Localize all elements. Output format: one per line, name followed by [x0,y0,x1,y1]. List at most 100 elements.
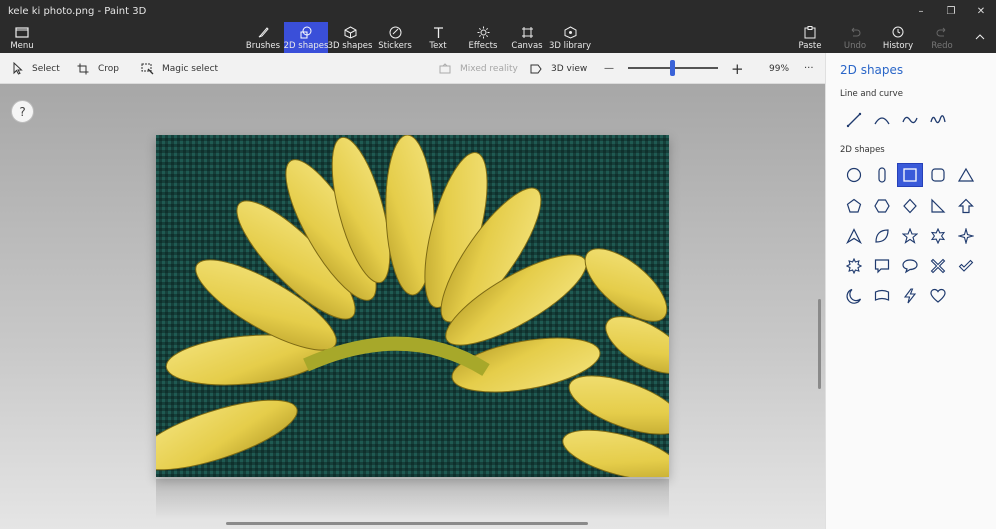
history-icon [892,25,904,39]
cross-icon[interactable] [925,254,951,278]
tool-label: Effects [468,41,498,51]
3d-library-icon [564,25,577,39]
tool-label: 2D shapes [283,41,329,51]
banana-photo[interactable] [156,135,669,477]
magic-select-button[interactable]: Magic select [140,53,218,84]
check-icon[interactable] [953,254,979,278]
close-button[interactable]: ✕ [966,0,996,22]
hexagon-icon[interactable] [869,194,895,218]
two-point-curve-icon[interactable] [897,108,923,132]
right-triangle-icon[interactable] [925,194,951,218]
diamond-icon[interactable] [897,194,923,218]
paste-label: Paste [798,41,822,51]
3d-shapes-icon [344,25,357,39]
mixed-reality-label: Mixed reality [460,63,518,74]
redo-label: Redo [931,41,953,51]
2d-shapes-icon [299,25,313,39]
canvas-icon [521,25,534,39]
help-button[interactable]: ? [11,100,34,123]
tool-2d-shapes[interactable]: 2D shapes [284,22,328,53]
arrow-up-icon[interactable] [953,194,979,218]
mixed-reality-button[interactable]: Mixed reality [438,53,518,84]
line-curve-heading: Line and curve [840,89,903,99]
toolbar: Select Crop Magic select Mixed reality 3… [0,53,825,84]
tool-effects[interactable]: Effects [466,22,500,53]
zoom-in-button[interactable]: + [731,53,744,84]
crop-icon [76,62,90,76]
tool-brushes[interactable]: Brushes [244,22,282,53]
vertical-scrollbar[interactable] [818,299,821,389]
horizontal-scrollbar[interactable] [226,522,588,525]
leaf-icon[interactable] [869,224,895,248]
burst-icon[interactable] [841,254,867,278]
tool-label: Brushes [245,41,281,51]
3d-view-label: 3D view [551,63,588,74]
star-6-icon[interactable] [925,224,951,248]
collapse-ribbon-button[interactable] [970,22,990,53]
tool-3d-library[interactable]: 3D library [549,22,592,53]
history-label: History [882,41,914,51]
triangle-icon[interactable] [953,163,979,187]
magic-select-icon [140,62,154,76]
heart-icon[interactable] [925,284,951,308]
tool-label: Canvas [511,41,543,51]
paste-icon [804,25,816,39]
tool-text[interactable]: Text [422,22,454,53]
curve-icon[interactable] [869,108,895,132]
star-5-icon[interactable] [897,224,923,248]
2d-shapes-heading: 2D shapes [840,145,885,155]
tool-label: 3D shapes [327,41,373,51]
tool-label: Stickers [378,41,412,51]
zoom-out-button[interactable]: — [604,53,614,84]
effects-icon [477,25,490,39]
square-icon[interactable] [897,163,923,187]
speech-oval-icon[interactable] [897,254,923,278]
triangle-outline-icon[interactable] [841,224,867,248]
more-options-button[interactable]: ··· [804,53,814,84]
paste-button[interactable]: Paste [797,22,823,53]
crop-label: Crop [98,63,120,74]
title-bar: kele ki photo.png - Paint 3D – ❐ ✕ [0,0,996,22]
3d-view-button[interactable]: 3D view [529,53,587,84]
moon-icon[interactable] [841,284,867,308]
panel-title: 2D shapes [840,63,904,77]
pill-icon[interactable] [869,163,895,187]
line-icon[interactable] [841,108,867,132]
three-point-curve-icon[interactable] [925,108,951,132]
circle-icon[interactable] [841,163,867,187]
ribbon: Menu Brushes 2D shapes 3D shapes Sticker… [0,22,996,53]
3d-view-icon [529,62,543,76]
menu-button[interactable]: Menu [6,22,38,53]
restore-button[interactable]: ❐ [936,0,966,22]
star-4-icon[interactable] [953,224,979,248]
magic-select-label: Magic select [162,63,219,74]
redo-button[interactable]: Redo [930,22,954,53]
zoom-level: 99% [769,63,790,74]
select-button[interactable]: Select [10,53,60,84]
tool-label: 3D library [549,41,592,51]
mixed-reality-icon [438,62,452,76]
text-icon [432,25,445,39]
undo-icon [849,25,861,39]
brush-icon [257,25,270,39]
speech-rect-icon[interactable] [869,254,895,278]
photo-reflection [156,479,669,519]
menu-label: Menu [10,41,34,51]
pentagon-icon[interactable] [841,194,867,218]
window-title: kele ki photo.png - Paint 3D [8,5,147,17]
rounded-square-icon[interactable] [925,163,951,187]
undo-button[interactable]: Undo [842,22,868,53]
canvas-area[interactable]: ? [0,84,825,529]
history-button[interactable]: History [883,22,913,53]
shapes-panel: 2D shapes Line and curve 2D shapes [825,53,996,529]
tool-stickers[interactable]: Stickers [376,22,414,53]
chevron-up-icon [975,30,985,44]
lightning-icon[interactable] [897,284,923,308]
crop-button[interactable]: Crop [76,53,119,84]
tool-label: Text [429,41,447,51]
tool-3d-shapes[interactable]: 3D shapes [327,22,373,53]
minimize-button[interactable]: – [906,0,936,22]
banner-icon[interactable] [869,284,895,308]
zoom-slider-thumb[interactable] [670,60,675,76]
tool-canvas[interactable]: Canvas [511,22,543,53]
